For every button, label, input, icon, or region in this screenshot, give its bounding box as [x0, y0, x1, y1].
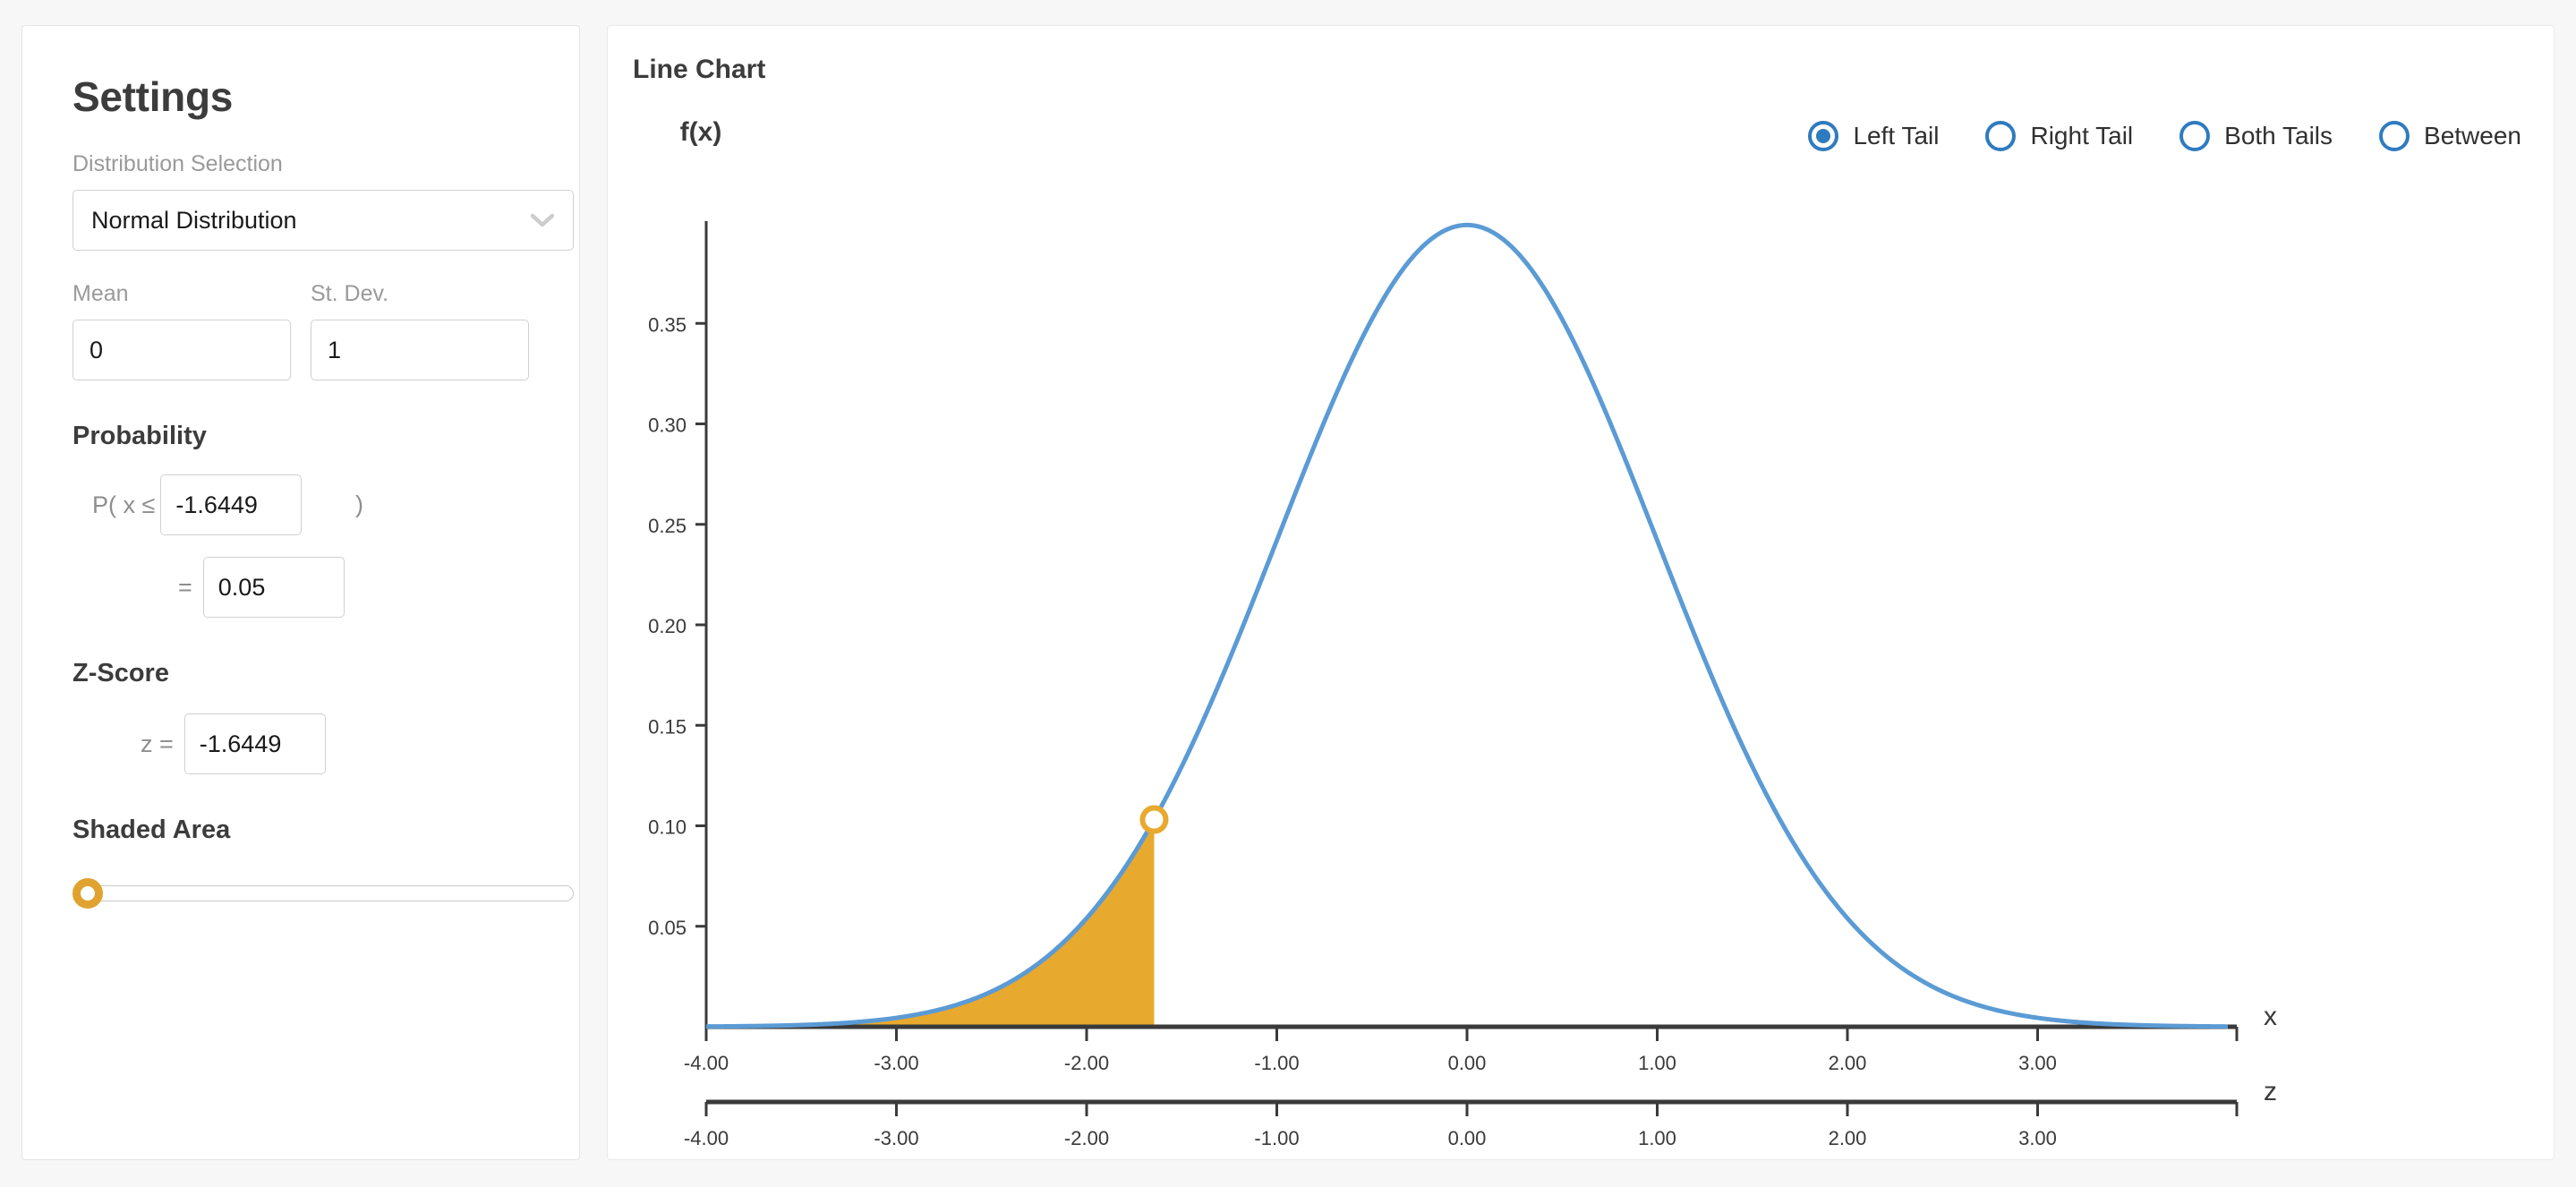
- svg-text:1.00: 1.00: [1638, 1127, 1676, 1149]
- mean-stdev-row: Mean St. Dev.: [73, 281, 529, 380]
- probability-expression-row: P( x ≤ ): [73, 474, 529, 535]
- svg-text:-3.00: -3.00: [874, 1127, 918, 1149]
- svg-text:f(x): f(x): [680, 117, 722, 147]
- slider-track[interactable]: [87, 885, 574, 901]
- svg-text:3.00: 3.00: [2018, 1127, 2057, 1149]
- probability-heading: Probability: [73, 422, 207, 450]
- stdev-field-group: St. Dev.: [311, 281, 529, 380]
- svg-text:z: z: [2264, 1077, 2277, 1106]
- probability-prefix-label: P( x ≤: [92, 491, 156, 518]
- settings-panel: Settings Distribution Selection Normal D…: [21, 25, 580, 1160]
- shaded-area-slider[interactable]: [73, 874, 574, 913]
- svg-text:3.00: 3.00: [2018, 1052, 2057, 1074]
- zscore-input[interactable]: [183, 713, 326, 774]
- svg-text:0.15: 0.15: [648, 715, 687, 738]
- zscore-row: z =: [73, 713, 529, 774]
- zscore-heading: Z-Score: [73, 659, 169, 687]
- svg-text:0.35: 0.35: [648, 313, 687, 336]
- svg-text:-2.00: -2.00: [1064, 1052, 1109, 1074]
- svg-text:-3.00: -3.00: [874, 1052, 918, 1074]
- svg-text:-2.00: -2.00: [1064, 1127, 1109, 1149]
- svg-text:0.00: 0.00: [1448, 1052, 1487, 1074]
- svg-text:0.00: 0.00: [1448, 1127, 1487, 1149]
- svg-text:-1.00: -1.00: [1254, 1127, 1299, 1149]
- svg-text:x: x: [2264, 1002, 2277, 1031]
- stdev-input[interactable]: [311, 320, 529, 380]
- probability-value-row: =: [73, 557, 529, 618]
- svg-text:-4.00: -4.00: [684, 1052, 729, 1074]
- svg-text:0.05: 0.05: [648, 917, 687, 939]
- mean-input[interactable]: [73, 320, 291, 380]
- slider-thumb[interactable]: [73, 878, 103, 909]
- svg-text:0.25: 0.25: [648, 515, 687, 537]
- svg-text:1.00: 1.00: [1638, 1052, 1676, 1074]
- distribution-select-wrapper: Normal Distribution: [73, 190, 574, 251]
- svg-text:-1.00: -1.00: [1254, 1052, 1299, 1074]
- stdev-label: St. Dev.: [311, 281, 389, 306]
- probability-x-input[interactable]: [160, 474, 303, 535]
- svg-text:-4.00: -4.00: [684, 1127, 729, 1149]
- page-title: Settings: [73, 73, 234, 120]
- plot-svg: 0.05 0.10 0.15 0.20 0.25 0.30 0.35 f(x) -4.00 -3.…: [648, 117, 2277, 1149]
- probability-value-input[interactable]: [202, 557, 345, 618]
- svg-text:0.20: 0.20: [648, 615, 687, 637]
- app-root: Settings Distribution Selection Normal D…: [0, 0, 2576, 1187]
- probability-suffix-label: ): [355, 491, 363, 518]
- svg-text:2.00: 2.00: [1829, 1127, 1867, 1149]
- mean-label: Mean: [73, 281, 129, 306]
- equals-label: =: [178, 573, 192, 601]
- distribution-plot: 0.05 0.10 0.15 0.20 0.25 0.30 0.35 f(x) -4.00 -3.…: [608, 26, 2555, 1161]
- svg-text:0.10: 0.10: [648, 816, 687, 839]
- shaded-area-heading: Shaded Area: [73, 816, 231, 844]
- mean-field-group: Mean: [73, 281, 291, 380]
- distribution-selection-label: Distribution Selection: [73, 151, 283, 176]
- svg-text:0.30: 0.30: [648, 414, 687, 437]
- svg-text:2.00: 2.00: [1829, 1052, 1867, 1074]
- distribution-select[interactable]: Normal Distribution: [73, 190, 574, 251]
- zscore-label: z =: [141, 730, 174, 757]
- chart-panel: Line Chart Left Tail Right Tail Both Tai…: [607, 25, 2555, 1160]
